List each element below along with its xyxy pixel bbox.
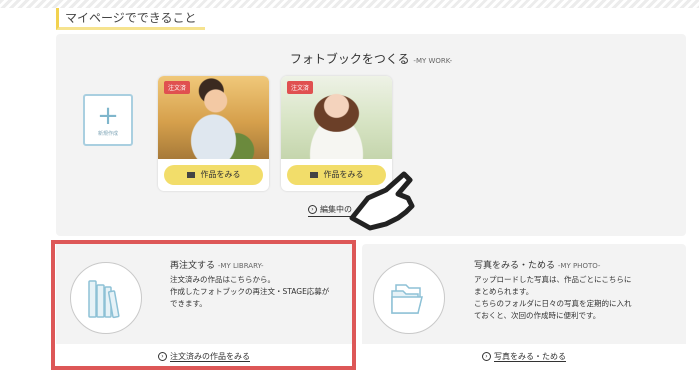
ordered-badge: 注文済 bbox=[287, 81, 314, 94]
ordered-badge: 注文済 bbox=[164, 81, 191, 94]
new-photobook-label: 新規作成 bbox=[97, 131, 118, 137]
my-work-title: フォトブックをつくる -MY WORK- bbox=[56, 50, 686, 67]
my-photo-footer: › 写真をみる・ためる bbox=[362, 344, 686, 370]
circle-arrow-icon: › bbox=[308, 205, 317, 214]
description-line: ておくと、次回の作成時に便利です。 bbox=[474, 311, 601, 320]
my-work-subtitle: -MY WORK- bbox=[413, 57, 453, 65]
my-photo-panel: 写真をみる・ためる -MY PHOTO- アップロードした写真は、作品ごとにこち… bbox=[362, 244, 686, 370]
view-photos-link[interactable]: 写真をみる・ためる bbox=[494, 352, 566, 362]
description-line: アップロードした写真は、作品ごとにこちらに bbox=[474, 275, 632, 284]
my-photo-description: アップロードした写真は、作品ごとにこちらに まとめられます。 こちらのフォルダに… bbox=[474, 274, 632, 322]
circle-arrow-icon: › bbox=[482, 352, 491, 361]
my-work-title-text: フォトブックをつくる bbox=[289, 52, 410, 66]
description-line: まとめられます。 bbox=[474, 287, 534, 296]
view-work-button[interactable]: 作品をみる bbox=[164, 165, 263, 185]
book-icon bbox=[186, 171, 195, 178]
my-photo-title: 写真をみる・ためる -MY PHOTO- bbox=[474, 258, 600, 271]
folder-icon-circle bbox=[373, 262, 445, 334]
highlight-frame bbox=[51, 240, 356, 370]
view-work-label: 作品をみる bbox=[200, 170, 241, 179]
work-card[interactable]: 注文済 作品をみる bbox=[158, 76, 269, 191]
hand-pointer-icon bbox=[349, 171, 415, 231]
my-photo-subtitle: -MY PHOTO- bbox=[557, 262, 601, 270]
new-photobook-button[interactable]: + 新規作成 bbox=[83, 94, 133, 146]
plus-icon: + bbox=[97, 101, 119, 131]
book-icon bbox=[309, 171, 318, 178]
folder-icon bbox=[391, 284, 423, 314]
section-title: マイページでできること bbox=[56, 8, 205, 30]
description-line: こちらのフォルダに日々の写真を定期的に入れ bbox=[474, 299, 632, 308]
decorative-stripe bbox=[0, 0, 699, 8]
my-photo-title-text: 写真をみる・ためる bbox=[474, 261, 556, 271]
